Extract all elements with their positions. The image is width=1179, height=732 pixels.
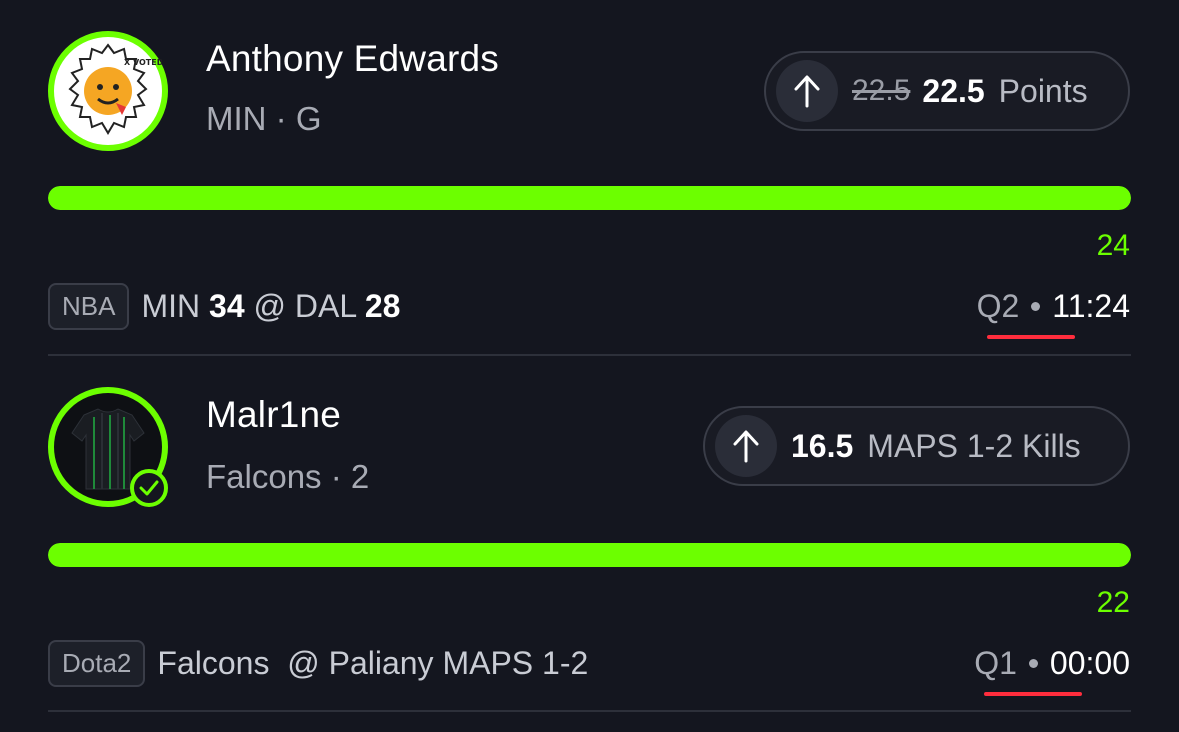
progress-bar xyxy=(48,186,1131,210)
game-clock: 00:00 xyxy=(1049,644,1130,681)
league-tag: NBA xyxy=(48,282,130,330)
divider xyxy=(48,710,1131,712)
check-icon xyxy=(130,469,168,507)
current-stat-value: 22 xyxy=(1096,586,1130,619)
arrow-up-icon xyxy=(715,415,777,477)
matchup: Falcons @ Paliany MAPS 1-2 xyxy=(157,644,589,681)
player-name: Anthony Edwards xyxy=(206,38,500,79)
game-clock: 11:24 xyxy=(1052,287,1130,324)
stat-label: MAPS 1-2 Kills xyxy=(867,427,1081,464)
separator-dot xyxy=(1031,301,1041,311)
player-meta: Falcons · 2 xyxy=(206,458,370,495)
line-value: 22.5 xyxy=(922,72,985,109)
pick-card-malr1ne[interactable]: Malr1ne Falcons · 2 16.5 MAPS 1-2 Kills … xyxy=(0,356,1179,712)
period: Q1 xyxy=(974,644,1017,681)
x-voted-sticker-avatar-icon: X VOTED xyxy=(56,39,164,143)
progress-bar xyxy=(48,543,1131,567)
matchup: MIN 34 @ DAL 28 xyxy=(141,287,401,324)
player-name: Malr1ne xyxy=(206,394,342,435)
period: Q2 xyxy=(976,287,1020,324)
line-value: 16.5 xyxy=(791,427,854,464)
progress-fill xyxy=(48,186,1131,210)
progress-fill xyxy=(48,543,1131,567)
player-meta: MIN · G xyxy=(206,100,322,137)
player-avatar: X VOTED xyxy=(48,31,168,151)
annotation-underline xyxy=(986,334,1075,339)
pick-line-pill[interactable]: 16.5 MAPS 1-2 Kills xyxy=(703,406,1130,486)
current-stat-value: 24 xyxy=(1096,229,1130,262)
annotation-underline xyxy=(984,691,1083,696)
stat-label: Points xyxy=(998,72,1088,109)
game-info-row: NBA MIN 34 @ DAL 28 Q2 11:24 xyxy=(48,282,1130,339)
pick-card-anthony-edwards[interactable]: X VOTED Anthony Edwards MIN · G 22.5 22.… xyxy=(0,0,1179,356)
league-tag: Dota2 xyxy=(48,639,146,687)
game-info-row: Dota2 Falcons @ Paliany MAPS 1-2 Q1 00:0… xyxy=(48,639,1130,696)
game-status: Q2 11:24 xyxy=(976,287,1130,339)
arrow-up-icon xyxy=(776,60,838,122)
game-status: Q1 00:00 xyxy=(974,644,1130,696)
separator-dot xyxy=(1028,658,1038,668)
pick-line-pill[interactable]: 22.5 22.5 Points xyxy=(764,51,1130,131)
svg-text:X VOTED: X VOTED xyxy=(124,58,162,67)
player-avatar xyxy=(48,387,168,507)
old-line-value: 22.5 xyxy=(852,74,911,107)
